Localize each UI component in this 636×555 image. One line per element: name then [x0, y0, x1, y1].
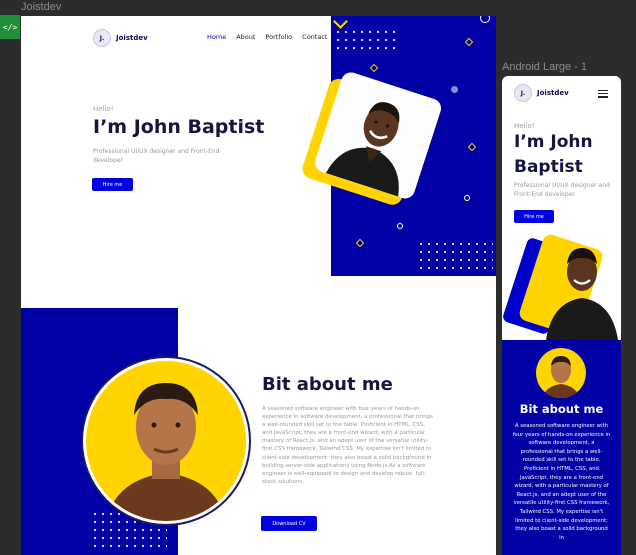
mobile-brand-name: Joistdev: [537, 89, 569, 97]
main-nav: Home About Portfolio Contact: [207, 33, 327, 41]
code-icon[interactable]: </>: [0, 15, 20, 39]
desktop-frame: J. Joistdev Home About Portfolio Contact…: [21, 16, 496, 555]
brand-logo[interactable]: J. Joistdev: [93, 29, 148, 47]
mobile-about-portrait: [536, 348, 586, 398]
hero-dot-grid-top: [334, 28, 398, 54]
mobile-hero-subtitle: Professional UI/UX designer and Front-En…: [514, 182, 610, 198]
mobile-hero-name-line1: I’m John: [514, 132, 593, 152]
mobile-about-illustration: [542, 356, 580, 398]
mobile-about-body: A seasoned software engineer with four y…: [512, 423, 611, 541]
nav-about[interactable]: About: [236, 33, 255, 41]
desktop-frame-label[interactable]: Joistdev: [21, 1, 61, 13]
decor-ring-low: [397, 223, 403, 229]
mobile-hero-greeting: Hello!: [514, 122, 535, 130]
hire-me-button[interactable]: Hire me: [92, 178, 133, 191]
mobile-frame-label[interactable]: Android Large - 1: [502, 61, 587, 73]
mobile-hero-art: [502, 232, 621, 340]
hero-greeting: Hello!: [93, 105, 114, 113]
mobile-logo-initial: J.: [514, 84, 532, 102]
nav-home[interactable]: Home: [207, 33, 226, 41]
mobile-hero-illustration: [546, 248, 618, 340]
brand-name: Joistdev: [116, 34, 148, 42]
about-body: A seasoned software engineer with four y…: [262, 406, 433, 485]
mobile-about-title: Bit about me: [519, 402, 604, 416]
mobile-brand-logo[interactable]: J. Joistdev: [514, 84, 569, 102]
hamburger-menu-icon[interactable]: [598, 88, 608, 100]
decor-ring-mid: [464, 195, 470, 201]
mobile-frame: J. Joistdev Hello! I’m John Baptist Prof…: [502, 76, 621, 555]
mobile-hero-name-line2: Baptist: [514, 157, 583, 177]
mobile-hire-me-button[interactable]: Hire me: [514, 210, 554, 223]
download-cv-button[interactable]: Download CV: [261, 516, 317, 531]
decor-dot-solid: [451, 86, 458, 93]
nav-portfolio[interactable]: Portfolio: [265, 33, 292, 41]
nav-contact[interactable]: Contact: [302, 33, 327, 41]
hero-subtitle: Professional UI/UX designer and Front-En…: [93, 148, 220, 164]
hero-dot-grid-bottom: [417, 240, 493, 274]
about-title: Bit about me: [262, 374, 393, 395]
logo-initial: J.: [93, 29, 111, 47]
hero-name: I’m John Baptist: [93, 116, 265, 138]
about-portrait: [83, 358, 249, 524]
about-portrait-illustration: [106, 383, 226, 521]
